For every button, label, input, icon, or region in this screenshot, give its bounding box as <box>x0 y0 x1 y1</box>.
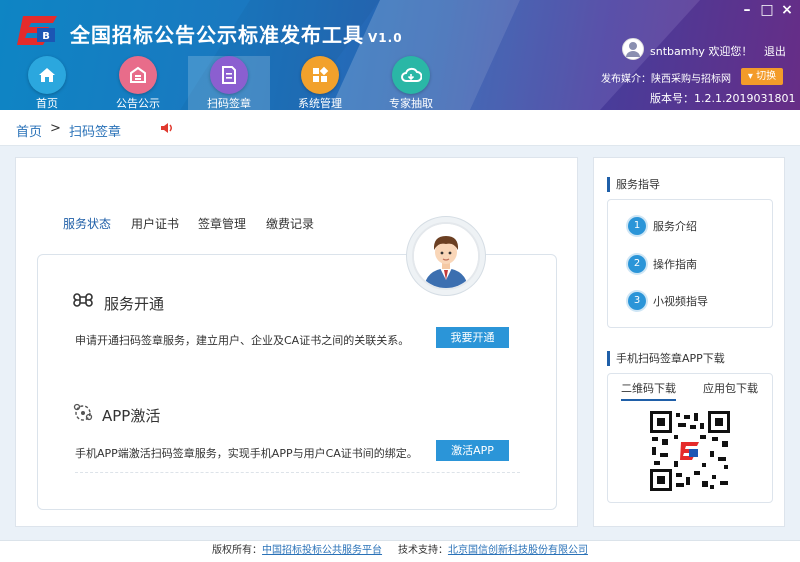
guide-number: 2 <box>628 255 646 273</box>
activate-app-button[interactable]: 激活APP <box>436 440 509 461</box>
logout-link[interactable]: 退出 <box>764 45 786 58</box>
divider <box>75 472 520 473</box>
support-label: 技术支持： <box>397 545 448 556</box>
guide-number: 1 <box>628 217 646 235</box>
app-activate-title: APP激活 <box>102 407 161 425</box>
nav-system[interactable]: 系统管理 <box>279 56 361 110</box>
nav-bulletin-label: 公告公示 <box>116 97 160 110</box>
app-activate-icon <box>73 403 93 421</box>
nav-expert-label: 专家抽取 <box>389 97 433 110</box>
home-icon <box>28 56 66 94</box>
app-title-text: 全国招标公告公示标准发布工具 <box>70 23 364 47</box>
bulletin-icon <box>119 56 157 94</box>
maximize-button[interactable]: □ <box>760 2 774 18</box>
close-button[interactable]: × <box>780 2 794 18</box>
switch-media-button[interactable]: ▾ 切换 <box>741 68 783 85</box>
app-header: B 全国招标公告公示标准发布工具 V1.0 – □ × 首页 公告公示 扫码签章 … <box>0 0 800 110</box>
user-icon <box>626 42 640 57</box>
download-box: 二维码下载 应用包下载 <box>607 373 773 503</box>
guide-number: 3 <box>628 292 646 310</box>
breadcrumb-separator: > <box>50 121 61 136</box>
footer: 版权所有：中国招标投标公共服务平台 技术支持：北京国信创新科技股份有限公司 <box>0 540 800 562</box>
cloud-icon <box>392 56 430 94</box>
nav-system-label: 系统管理 <box>298 97 342 110</box>
service-card: 服务开通 申请开通扫码签章服务，建立用户、企业及CA证书之间的关联关系。 我要开… <box>37 254 557 510</box>
logo-icon: B <box>17 16 57 45</box>
nav-scan-sign[interactable]: 扫码签章 <box>188 56 270 110</box>
welcome-text: 欢迎您！ <box>708 45 753 58</box>
minimize-button[interactable]: – <box>740 2 754 18</box>
app-title: 全国招标公告公示标准发布工具 V1.0 <box>70 19 403 48</box>
nav-scan-sign-label: 扫码签章 <box>207 97 251 110</box>
tab-qr-download[interactable]: 二维码下载 <box>621 380 676 401</box>
svg-text:B: B <box>42 31 50 42</box>
user-avatar <box>622 38 644 60</box>
nav-home[interactable]: 首页 <box>6 56 88 110</box>
side-panel: 服务指导 1 服务介绍 2 操作指南 3 小视频指导 手机扫码签章APP下载 二… <box>593 157 785 527</box>
copyright-link[interactable]: 中国招标投标公共服务平台 <box>262 545 382 556</box>
speaker-icon[interactable] <box>160 122 174 134</box>
app-activate-desc: 手机APP端激活扫码签章服务，实现手机APP与用户CA证书间的绑定。 <box>75 447 418 460</box>
guide-item-label: 小视频指导 <box>653 295 708 308</box>
copyright-label: 版权所有： <box>212 545 263 556</box>
publish-media: 发布媒介：陕西采购与招标网 <box>601 74 731 85</box>
tab-payment-records[interactable]: 缴费记录 <box>266 215 314 232</box>
service-open-title: 服务开通 <box>104 295 165 313</box>
guide-item-label: 服务介绍 <box>653 220 697 233</box>
tab-user-certificate[interactable]: 用户证书 <box>131 215 179 232</box>
app-version-label: V1.0 <box>368 31 403 45</box>
guide-item-intro[interactable]: 1 服务介绍 <box>628 217 697 235</box>
command-icon <box>73 293 93 307</box>
open-service-button[interactable]: 我要开通 <box>436 327 509 348</box>
profile-avatar <box>406 216 486 296</box>
nav-bulletin[interactable]: 公告公示 <box>97 56 179 110</box>
version-number: 版本号：1.2.1.2019031801 <box>650 92 796 105</box>
nav-home-label: 首页 <box>36 97 58 110</box>
document-icon <box>210 56 248 94</box>
download-title: 手机扫码签章APP下载 <box>607 351 725 366</box>
breadcrumb-home[interactable]: 首页 <box>16 121 42 140</box>
support-link[interactable]: 北京国信创新科技股份有限公司 <box>448 545 588 556</box>
tab-service-status[interactable]: 服务状态 <box>63 215 111 232</box>
breadcrumb-current: 扫码签章 <box>69 125 122 140</box>
guide-item-label: 操作指南 <box>653 258 697 271</box>
grid-icon <box>301 56 339 94</box>
username: sntbamhy <box>650 45 705 58</box>
guide-item-manual[interactable]: 2 操作指南 <box>628 255 697 273</box>
nav-expert[interactable]: 专家抽取 <box>370 56 452 110</box>
switch-label: 切换 <box>756 71 777 82</box>
guide-title: 服务指导 <box>607 177 660 192</box>
service-open-desc: 申请开通扫码签章服务，建立用户、企业及CA证书之间的关联关系。 <box>75 334 410 347</box>
qr-code <box>650 411 730 491</box>
guide-item-video[interactable]: 3 小视频指导 <box>628 292 708 310</box>
tab-signature-management[interactable]: 签章管理 <box>198 215 246 232</box>
tab-package-download[interactable]: 应用包下载 <box>703 380 758 396</box>
main-panel: 服务状态 用户证书 签章管理 缴费记录 服务开通 申请开通扫码签章服务，建立用户… <box>15 157 578 527</box>
guide-list: 1 服务介绍 2 操作指南 3 小视频指导 <box>607 199 773 328</box>
user-avatar-illustration <box>414 224 478 288</box>
user-info: sntbamhy 欢迎您！ 退出 <box>650 43 786 59</box>
breadcrumb: 首页 > 扫码签章 <box>0 110 800 146</box>
